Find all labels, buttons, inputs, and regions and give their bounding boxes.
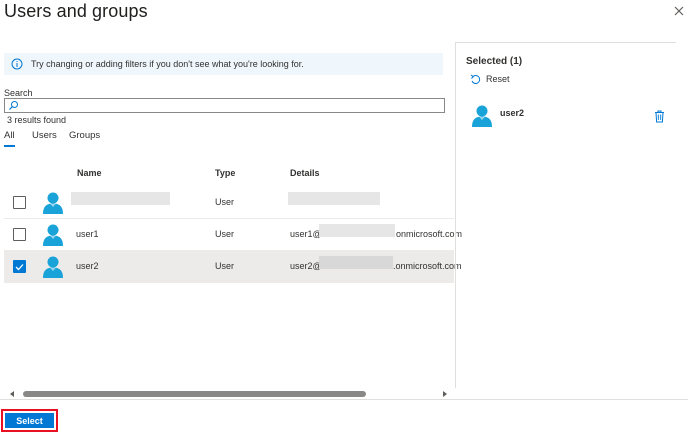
redacted-details [319,256,393,269]
row-checkbox[interactable] [13,228,26,241]
info-text: Try changing or adding filters if you do… [31,59,304,69]
row-name: user1 [76,229,99,239]
column-header-name[interactable]: Name [77,168,102,178]
column-header-type[interactable]: Type [215,168,235,178]
scroll-right-arrow-icon[interactable] [443,391,447,397]
selected-item-name: user2 [500,108,525,118]
row-checkbox[interactable] [13,196,26,209]
footer-divider [0,399,688,400]
row-checkbox[interactable] [13,260,26,273]
search-input[interactable] [4,98,445,113]
table-row[interactable]: user2 User user2@ .onmicrosoft.com [4,251,462,283]
row-type: User [215,197,235,207]
checkmark-icon [15,264,24,271]
page-title: Users and groups [4,1,148,21]
close-icon[interactable] [672,4,686,18]
results-count: 3 results found [7,115,67,125]
active-tab-indicator [4,145,15,147]
tab-groups[interactable]: Groups [69,130,100,141]
select-button-highlight: Select [1,409,58,432]
redacted-name [71,192,170,205]
selected-title: Selected (1) [466,56,523,67]
info-banner: Try changing or adding filters if you do… [4,53,443,75]
row-type: User [215,261,235,271]
user-avatar-icon [43,256,63,278]
search-icon [9,101,18,110]
undo-icon [470,74,481,84]
select-button[interactable]: Select [5,413,54,428]
table-row[interactable]: User [4,187,454,219]
column-header-details[interactable]: Details [290,168,320,178]
scroll-left-arrow-icon[interactable] [10,391,14,397]
scrollbar-thumb[interactable] [23,391,366,397]
redacted-details [288,192,380,205]
reset-button[interactable]: Reset [470,72,510,86]
user-avatar-icon [43,192,63,214]
row-details-suffix: onmicrosoft.com [396,229,463,239]
tab-users[interactable]: Users [32,130,57,141]
row-name: user2 [76,261,99,271]
tab-all[interactable]: All [4,130,15,141]
search-label: Search [4,88,33,98]
row-details-prefix: user2@ [290,261,322,271]
redacted-details [319,224,395,237]
table-row[interactable]: user1 User user1@ onmicrosoft.com [4,219,462,251]
user-avatar-icon [472,105,492,127]
row-type: User [215,229,235,239]
trash-icon[interactable] [654,110,665,123]
user-avatar-icon [43,224,63,246]
reset-label: Reset [486,74,510,84]
row-details-prefix: user1@ [290,229,322,239]
selected-item: user2 [466,100,676,132]
header-divider [455,42,676,43]
row-details-suffix: .onmicrosoft.com [393,261,462,271]
pane-divider [455,42,456,388]
info-icon [11,58,23,70]
